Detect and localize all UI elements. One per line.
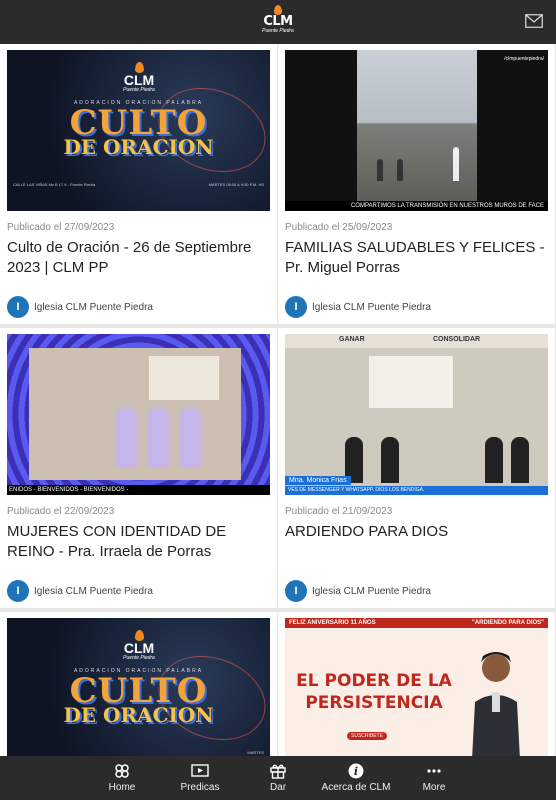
avatar: I	[7, 580, 29, 602]
post-title[interactable]: Culto de Oración - 26 de Septiembre 2023…	[7, 238, 273, 278]
clm-logo: CLM Puente Piedra	[117, 62, 161, 93]
post-card[interactable]: FELIZ ANIVERSARIO 11 AÑOS "ARDIENDO PARA…	[278, 612, 555, 756]
post-card[interactable]: CLM Puente Piedra ADORACION ORACION PALA…	[0, 44, 277, 324]
post-author: I Iglesia CLM Puente Piedra	[285, 295, 431, 319]
more-icon	[427, 769, 441, 773]
nav-label: More	[422, 782, 446, 793]
post-date: Publicado el 27/09/2023	[7, 222, 115, 233]
post-thumbnail[interactable]: GANAR CONSOLIDAR Mna. Monica Frias VÉS D…	[285, 334, 548, 495]
thumb-headline: EL PODER DE LA PERSISTENCIA	[296, 671, 452, 713]
logo-text: CLM	[263, 14, 293, 29]
post-date: Publicado el 25/09/2023	[285, 222, 393, 233]
post-thumbnail[interactable]: CLM Puente Piedra ADORACION ORACION PALA…	[7, 50, 270, 211]
avatar: I	[285, 296, 307, 318]
author-name: Iglesia CLM Puente Piedra	[34, 301, 153, 313]
mail-icon[interactable]	[525, 14, 543, 28]
speaker-photo	[472, 652, 520, 756]
post-thumbnail[interactable]: CLM Puente Piedra ADORACION ORACION PALA…	[7, 618, 270, 756]
nav-label: Acerca de CLM	[321, 782, 391, 793]
post-title[interactable]: FAMILIAS SALUDABLES Y FELICES - Pr. Migu…	[285, 238, 551, 278]
video-icon	[191, 764, 209, 777]
post-card[interactable]: GANAR CONSOLIDAR Mna. Monica Frias VÉS D…	[278, 328, 555, 608]
gift-icon	[270, 764, 286, 779]
author-name: Iglesia CLM Puente Piedra	[34, 585, 153, 597]
nav-predicas[interactable]: Predicas	[170, 756, 230, 800]
author-name: Iglesia CLM Puente Piedra	[312, 301, 431, 313]
svg-text:i: i	[354, 765, 358, 778]
post-title[interactable]: MUJERES CON IDENTIDAD DE REINO - Pra. Ir…	[7, 522, 273, 562]
nav-acerca[interactable]: i Acerca de CLM	[316, 756, 396, 800]
post-card[interactable]: ENIDOS - BIENVENIDOS - BIENVENIDOS - Pub…	[0, 328, 277, 608]
post-card[interactable]: /clmpuentepiedra/ COMPARTIMOS LA TRANSMI…	[278, 44, 555, 324]
logo-subtitle: Puente Piedra	[262, 28, 294, 34]
post-author: I Iglesia CLM Puente Piedra	[7, 295, 153, 319]
post-date: Publicado el 22/09/2023	[7, 506, 115, 517]
avatar: I	[7, 296, 29, 318]
home-icon	[115, 764, 129, 778]
post-author: I Iglesia CLM Puente Piedra	[7, 579, 153, 603]
post-date: Publicado el 21/09/2023	[285, 506, 393, 517]
nav-dar[interactable]: Dar	[248, 756, 308, 800]
info-icon: i	[348, 763, 364, 779]
nav-label: Home	[108, 782, 136, 793]
post-thumbnail[interactable]: ENIDOS - BIENVENIDOS - BIENVENIDOS -	[7, 334, 270, 495]
post-thumbnail[interactable]: FELIZ ANIVERSARIO 11 AÑOS "ARDIENDO PARA…	[285, 618, 548, 756]
top-app-bar: CLM Puente Piedra	[0, 0, 556, 44]
post-grid: CLM Puente Piedra ADORACION ORACION PALA…	[0, 44, 556, 756]
post-author: I Iglesia CLM Puente Piedra	[285, 579, 431, 603]
nav-label: Dar	[269, 782, 287, 793]
author-name: Iglesia CLM Puente Piedra	[312, 585, 431, 597]
nav-home[interactable]: Home	[92, 756, 152, 800]
bottom-navigation: Home Predicas Dar i Acerca de CLM More	[0, 756, 556, 800]
thumb-title-line2: DE ORACION	[63, 135, 214, 159]
post-title[interactable]: ARDIENDO PARA DIOS	[285, 522, 551, 542]
nav-label: Predicas	[180, 782, 220, 793]
nav-more[interactable]: More	[404, 756, 464, 800]
post-thumbnail[interactable]: /clmpuentepiedra/ COMPARTIMOS LA TRANSMI…	[285, 50, 548, 211]
clm-logo: CLM Puente Piedra	[258, 5, 298, 39]
thumb-title-line2: DE ORACION	[63, 703, 214, 727]
post-card[interactable]: CLM Puente Piedra ADORACION ORACION PALA…	[0, 612, 277, 756]
clm-logo: CLM Puente Piedra	[117, 630, 161, 661]
subscribe-badge: SUSCRIBETE	[347, 732, 387, 740]
avatar: I	[285, 580, 307, 602]
